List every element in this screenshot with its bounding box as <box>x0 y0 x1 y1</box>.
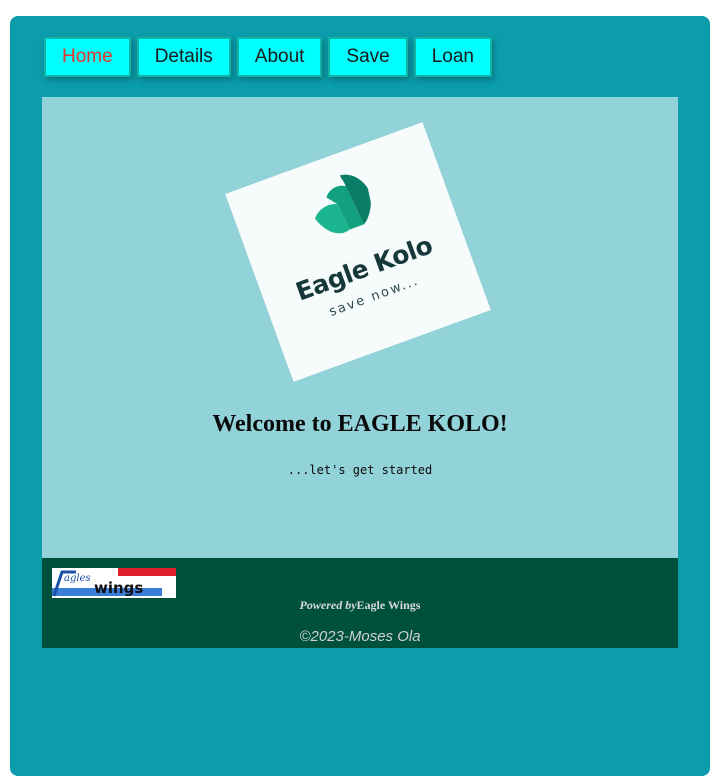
powered-by-text: Powered byEagle Wings <box>42 598 678 613</box>
nav-home-button[interactable]: Home <box>44 37 131 77</box>
nav-details-button[interactable]: Details <box>136 37 231 77</box>
nav-about-button[interactable]: About <box>236 37 323 77</box>
nav-loan-button[interactable]: Loan <box>413 37 493 77</box>
main-nav: Home Details About Save Loan <box>44 37 493 77</box>
nav-save-button[interactable]: Save <box>328 37 408 77</box>
powered-prefix: Powered by <box>299 598 357 612</box>
main-content: Eagle Kolo save now... Welcome to EAGLE … <box>42 97 678 558</box>
leaves-logo-icon <box>315 174 371 234</box>
get-started-text: ...let's get started <box>287 463 433 477</box>
eagle-kolo-logo: Eagle Kolo save now... <box>225 122 491 382</box>
powered-name: Eagle Wings <box>356 598 421 612</box>
footer: agles wings Powered byEagle Wings ©2023-… <box>42 558 678 648</box>
welcome-heading: Welcome to EAGLE KOLO! <box>212 411 508 437</box>
copyright-text: ©2023-Moses Ola <box>299 628 421 645</box>
eagles-wings-logo: agles wings <box>52 568 176 598</box>
app-container: Home Details About Save Loan Eagle Kolo … <box>10 16 710 776</box>
svg-text:wings: wings <box>94 579 143 597</box>
svg-text:agles: agles <box>64 573 91 584</box>
